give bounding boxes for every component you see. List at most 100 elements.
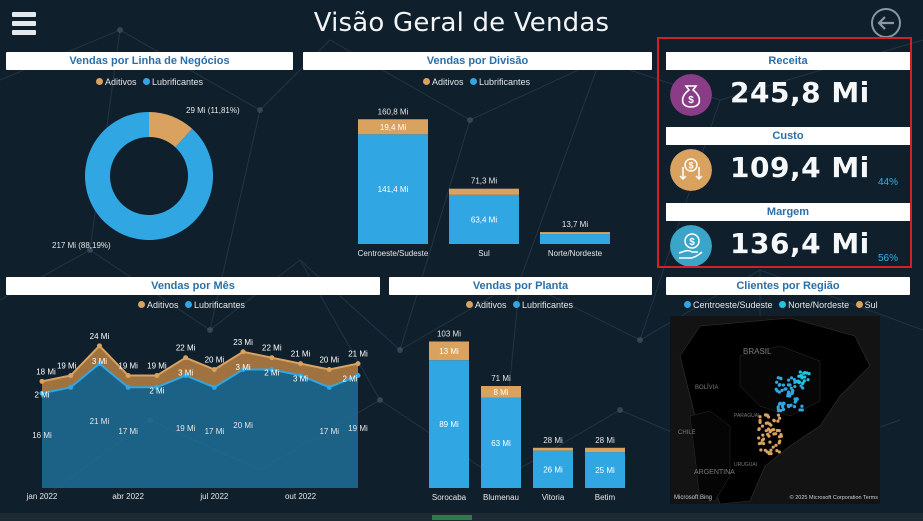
donut-chart: 29 Mi (11,81%) 217 Mi (88,19%) <box>52 106 240 250</box>
legend-dot-lubrificantes <box>470 78 478 85</box>
client-dot <box>778 416 782 420</box>
chart-legend: Aditivos Lubrificantes <box>466 300 577 310</box>
data-label-total: 19 Mi <box>57 361 77 370</box>
client-dot <box>761 437 766 441</box>
client-dot <box>789 376 794 380</box>
clientes-map[interactable]: BRASIL BOLÍVIA PARAGUAI CHILE ARGENTINA … <box>670 316 880 505</box>
planta-bar-chart: 89 Mi 13 Mi 103 Mi Sorocaba 63 Mi 8 Mi 71 Mi Bl… <box>429 329 625 502</box>
client-dot <box>774 443 778 447</box>
kpi-percentage: 56% <box>877 253 898 264</box>
client-dot <box>769 423 773 427</box>
point-total <box>269 355 275 361</box>
data-label-total: 21 Mi <box>348 350 368 359</box>
south-america-map: BRASIL BOLÍVIA PARAGUAI CHILE ARGENTINA … <box>678 317 871 505</box>
client-dot <box>764 421 768 425</box>
client-dot <box>790 391 795 395</box>
bar-value-label: 25 Mi <box>595 466 615 475</box>
client-dot <box>787 390 791 394</box>
chart-legend: Aditivos Lubrificantes <box>423 77 534 87</box>
bottom-bar <box>0 513 923 521</box>
client-dot <box>794 399 798 403</box>
client-dot <box>757 436 761 440</box>
category-tick-label: Centroeste/Sudeste <box>358 249 429 258</box>
panel-vendas-linha-negocios: Vendas por Linha de Negócios <box>6 52 293 70</box>
bar-value-label: 89 Mi <box>439 420 459 429</box>
data-label-aditivos: 3 Mi <box>178 369 193 378</box>
legend-label-norte-nordeste: Norte/Nordeste <box>788 300 850 310</box>
client-dot <box>793 384 797 389</box>
client-dot <box>757 427 761 432</box>
client-dot <box>765 450 769 454</box>
category-tick-label: Norte/Nordeste <box>548 249 603 258</box>
panel-title: Vendas por Linha de Negócios <box>6 52 293 70</box>
bar-value-label: 8 Mi <box>493 388 508 397</box>
point-total <box>39 378 45 384</box>
data-label-total: 19 Mi <box>118 361 138 370</box>
svg-text:$: $ <box>688 95 694 106</box>
panel-title: Vendas por Mês <box>6 277 380 295</box>
client-dot <box>771 445 775 449</box>
data-label-lubrificantes: 19 Mi <box>176 424 196 433</box>
data-label-lubrificantes: 17 Mi <box>205 427 225 436</box>
donut-label-aditivos: 29 Mi (11,81%) <box>186 106 240 115</box>
bar-value-label: 26 Mi <box>543 465 563 474</box>
chart-legend: Aditivos Lubrificantes <box>96 77 207 87</box>
data-label-lubrificantes: 19 Mi <box>348 424 368 433</box>
bar-aditivos <box>540 232 610 235</box>
legend-dot-centroeste-sudeste <box>684 301 691 308</box>
data-label-total: 24 Mi <box>90 332 110 341</box>
x-tick-label: abr 2022 <box>112 492 144 501</box>
legend-label-lubrificantes: Lubrificantes <box>522 300 574 310</box>
client-dot <box>770 428 774 432</box>
client-dot <box>776 419 780 423</box>
hand-coin-icon: $ <box>670 225 712 267</box>
legend-label-sul: Sul <box>864 300 878 310</box>
country-label-argentina: ARGENTINA <box>694 469 735 476</box>
client-dot <box>761 433 765 437</box>
client-dot <box>789 403 793 407</box>
client-dot <box>774 387 778 391</box>
panel-title: Vendas por Divisão <box>303 52 652 70</box>
legend-label-aditivos: Aditivos <box>475 300 507 310</box>
client-dot <box>777 450 781 454</box>
divisao-bar-chart: 141,4 Mi 19,4 Mi 160,8 Mi Centroeste/Sudest… <box>358 107 610 258</box>
chart-legend: Aditivos Lubrificantes <box>138 300 249 310</box>
data-label-total: 23 Mi <box>233 338 253 347</box>
data-label-total: 22 Mi <box>176 344 196 353</box>
money-bag-icon: $ <box>670 74 712 116</box>
bar-total-label: 71 Mi <box>491 374 511 383</box>
bottom-bar-tab[interactable] <box>432 515 472 520</box>
bar-value-label: 141,4 Mi <box>378 185 409 194</box>
legend-dot-aditivos <box>466 301 473 308</box>
bar-total-label: 28 Mi <box>543 436 563 445</box>
client-dot <box>768 440 772 444</box>
map-credit-copyright[interactable]: © 2025 Microsoft Corporation Terms <box>790 495 878 501</box>
bar-aditivos <box>533 447 573 451</box>
legend-label-centroeste-sudeste: Centroeste/Sudeste <box>693 300 773 310</box>
bar-lubrificantes <box>540 234 610 244</box>
legend-label-lubrificantes: Lubrificantes <box>479 77 531 87</box>
mes-area-chart: 16 Mi 21 Mi 17 Mi 19 Mi 17 Mi 20 Mi 17 Mi 19 Mi… <box>26 332 368 501</box>
map-credit-bing: Microsoft Bing <box>674 495 713 501</box>
data-label-aditivos: 2 Mi <box>149 386 164 395</box>
data-label-lubrificantes: 20 Mi <box>233 421 253 430</box>
client-dot <box>783 387 787 391</box>
kpi-value: 136,4 Mi <box>730 227 870 260</box>
client-dot <box>798 370 802 374</box>
back-arrow-icon[interactable] <box>870 7 902 39</box>
cost-down-icon: $ <box>670 149 712 191</box>
point-lubrificantes <box>125 384 131 390</box>
client-dot <box>803 375 807 379</box>
bar-value-label: 19,4 Mi <box>380 123 406 132</box>
bar-total-label: 28 Mi <box>595 436 615 445</box>
panel-title: Clientes por Região <box>666 277 910 295</box>
bar-total-label: 71,3 Mi <box>471 177 497 186</box>
client-dot <box>759 448 763 452</box>
bar-value-label: 63 Mi <box>491 439 511 448</box>
client-dot <box>797 380 801 385</box>
data-label-total: 19 Mi <box>147 361 167 370</box>
client-dot <box>776 413 781 417</box>
data-label-total: 22 Mi <box>262 344 282 353</box>
legend-label-aditivos: Aditivos <box>105 77 137 87</box>
legend-dot-lubrificantes <box>185 301 193 308</box>
